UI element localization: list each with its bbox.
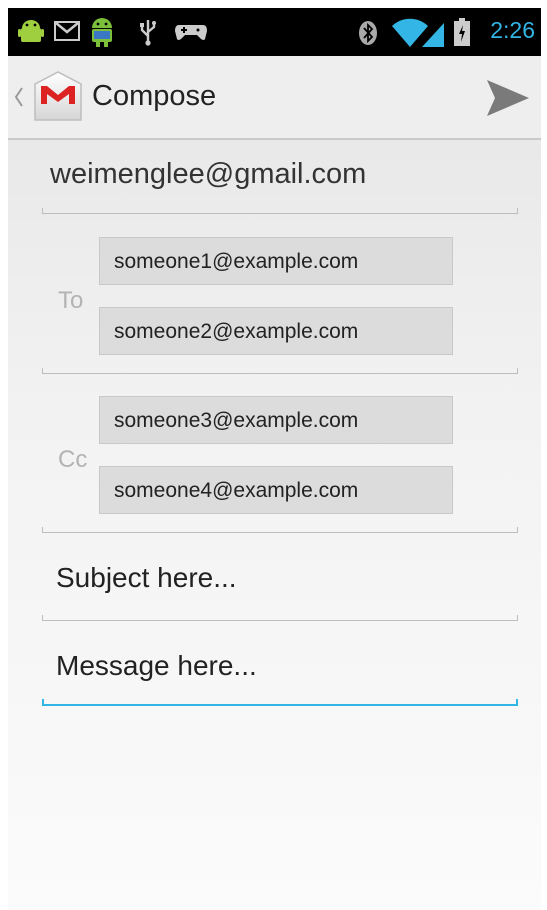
to-label: To <box>58 287 84 314</box>
send-icon[interactable] <box>485 78 531 118</box>
subject-underline <box>42 615 518 621</box>
message-input[interactable]: Message here... <box>56 650 496 682</box>
status-bar: 2:26 <box>8 8 541 56</box>
to-recipient-chip[interactable]: someone1@example.com <box>99 237 453 285</box>
from-account: weimenglee@gmail.com <box>50 158 367 190</box>
game-controller-icon <box>175 25 207 40</box>
to-underline <box>42 368 518 374</box>
to-recipient-chip[interactable]: someone2@example.com <box>99 307 453 355</box>
cc-recipient-chip[interactable]: someone3@example.com <box>99 396 453 444</box>
subject-input[interactable]: Subject here... <box>56 562 496 594</box>
cc-recipient-chip[interactable]: someone4@example.com <box>99 466 453 514</box>
cc-underline <box>42 527 518 533</box>
signal-icon <box>422 23 444 47</box>
screen: 2:26 Compose weimenglee@gmail.com To som… <box>8 8 541 910</box>
usb-icon <box>140 20 156 46</box>
android-icon <box>18 20 44 42</box>
up-caret-icon[interactable] <box>14 86 24 108</box>
battery-charging-icon <box>454 18 470 46</box>
cc-label: Cc <box>58 446 88 473</box>
gmail-notification-icon <box>54 21 80 41</box>
android-robot-icon <box>92 18 112 47</box>
bluetooth-icon <box>359 21 377 45</box>
action-bar: Compose <box>8 56 541 140</box>
message-underline <box>42 699 518 706</box>
gmail-icon[interactable] <box>32 70 84 124</box>
from-underline <box>42 208 518 214</box>
status-time: 2:26 <box>490 17 535 43</box>
action-bar-title: Compose <box>92 80 217 112</box>
